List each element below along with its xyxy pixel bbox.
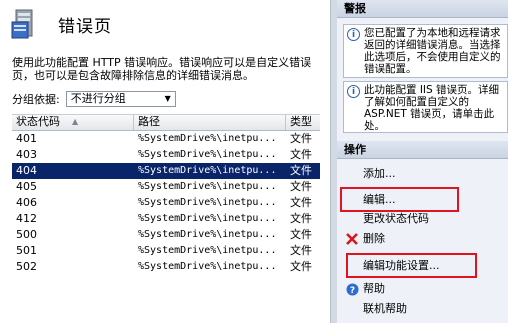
cell-type: 文件	[290, 196, 312, 209]
group-by-row: 分组依据: 不进行分组 ▼	[12, 91, 176, 107]
table-row[interactable]: 501 %SystemDrive%\inetpu... 文件	[12, 243, 320, 259]
table-row[interactable]: 401 %SystemDrive%\inetpu... 文件	[12, 131, 320, 147]
pane-splitter[interactable]	[330, 0, 337, 323]
table-row[interactable]: 502 %SystemDrive%\inetpu... 文件	[12, 259, 320, 275]
info-icon: i	[347, 85, 360, 98]
cell-type: 文件	[290, 148, 312, 161]
delete-x-icon	[345, 232, 359, 246]
cell-type: 文件	[290, 212, 312, 225]
table-row[interactable]: 500 %SystemDrive%\inetpu... 文件	[12, 227, 320, 243]
cell-status-code: 405	[16, 180, 37, 193]
actions-section-header: 操作	[337, 141, 508, 159]
table-body: 401 %SystemDrive%\inetpu... 文件 403 %SystemDr…	[12, 131, 320, 275]
column-header-type[interactable]: 类型	[286, 115, 320, 130]
cell-status-code: 502	[16, 260, 37, 273]
page-title: 错误页	[58, 16, 112, 37]
group-by-label: 分组依据:	[12, 93, 60, 106]
cell-status-code: 406	[16, 196, 37, 209]
cell-status-code: 403	[16, 148, 37, 161]
alert-detailed-errors: i 您已配置了为本地和远程请求返回的详细错误消息。当选择此选项后，不会使用自定义…	[343, 24, 508, 78]
alert-text: 您已配置了为本地和远程请求返回的详细错误消息。当选择此选项后，不会使用自定义的错…	[364, 27, 501, 75]
help-icon: ?	[345, 282, 359, 296]
highlight-edit-box	[340, 187, 459, 212]
alert-aspnet-info: i 此功能配置 IIS 错误页。详细了解如何配置自定义的 ASP.NET 错误页…	[343, 81, 508, 133]
table-row[interactable]: 406 %SystemDrive%\inetpu... 文件	[12, 195, 320, 211]
action-online-help[interactable]: 联机帮助	[345, 301, 407, 317]
info-icon: i	[347, 28, 360, 41]
cell-path: %SystemDrive%\inetpu...	[138, 197, 277, 208]
action-change-status-code[interactable]: 更改状态代码	[345, 211, 429, 227]
cell-status-code: 500	[16, 228, 37, 241]
group-by-select[interactable]: 不进行分组 ▼	[65, 91, 176, 107]
highlight-edit-feature-box	[346, 253, 477, 278]
action-add[interactable]: 添加...	[345, 166, 396, 182]
alerts-section-header: 警报	[337, 0, 508, 18]
column-header-status-code[interactable]: 状态代码 ▲	[12, 115, 134, 130]
page-header: 错误页	[10, 6, 112, 42]
cell-status-code: 401	[16, 132, 37, 145]
cell-type: 文件	[290, 164, 312, 177]
cell-type: 文件	[290, 260, 312, 273]
table-row[interactable]: 412 %SystemDrive%\inetpu... 文件	[12, 211, 320, 227]
cell-path: %SystemDrive%\inetpu...	[138, 133, 277, 144]
cell-type: 文件	[290, 244, 312, 257]
action-help[interactable]: ? 帮助	[345, 281, 385, 297]
cell-type: 文件	[290, 180, 312, 193]
dropdown-arrow-icon[interactable]: ▼	[161, 92, 175, 106]
page-description: 使用此功能配置 HTTP 错误响应。错误响应可以是自定义错误页，也可以是包含故障…	[12, 56, 312, 82]
table-row[interactable]: 404 %SystemDrive%\inetpu... 文件	[12, 163, 320, 179]
table-header: 状态代码 ▲ 路径 类型	[12, 114, 320, 131]
sort-ascending-icon: ▲	[72, 117, 79, 126]
cell-status-code: 404	[16, 164, 37, 177]
cell-type: 文件	[290, 228, 312, 241]
column-header-path[interactable]: 路径	[134, 115, 286, 130]
alert-text: 此功能配置 IIS 错误页。详细了解如何配置自定义的 ASP.NET 错误页，请…	[364, 84, 500, 132]
action-delete[interactable]: 删除	[345, 231, 385, 247]
svg-text:?: ?	[349, 286, 354, 296]
group-by-value: 不进行分组	[70, 92, 126, 105]
table-row[interactable]: 403 %SystemDrive%\inetpu... 文件	[12, 147, 320, 163]
cell-path: %SystemDrive%\inetpu...	[138, 229, 277, 240]
cell-path: %SystemDrive%\inetpu...	[138, 165, 277, 176]
cell-type: 文件	[290, 132, 312, 145]
cell-path: %SystemDrive%\inetpu...	[138, 213, 277, 224]
cell-path: %SystemDrive%\inetpu...	[138, 181, 277, 192]
main-pane: 错误页 使用此功能配置 HTTP 错误响应。错误响应可以是自定义错误页，也可以是…	[0, 0, 330, 323]
error-pages-table: 状态代码 ▲ 路径 类型 401 %SystemDrive%\inetpu... 文…	[12, 114, 320, 275]
cell-path: %SystemDrive%\inetpu...	[138, 149, 277, 160]
cell-path: %SystemDrive%\inetpu...	[138, 261, 277, 272]
cell-path: %SystemDrive%\inetpu...	[138, 245, 277, 256]
cell-status-code: 412	[16, 212, 37, 225]
table-row[interactable]: 405 %SystemDrive%\inetpu... 文件	[12, 179, 320, 195]
server-icon	[10, 8, 40, 40]
cell-status-code: 501	[16, 244, 37, 257]
